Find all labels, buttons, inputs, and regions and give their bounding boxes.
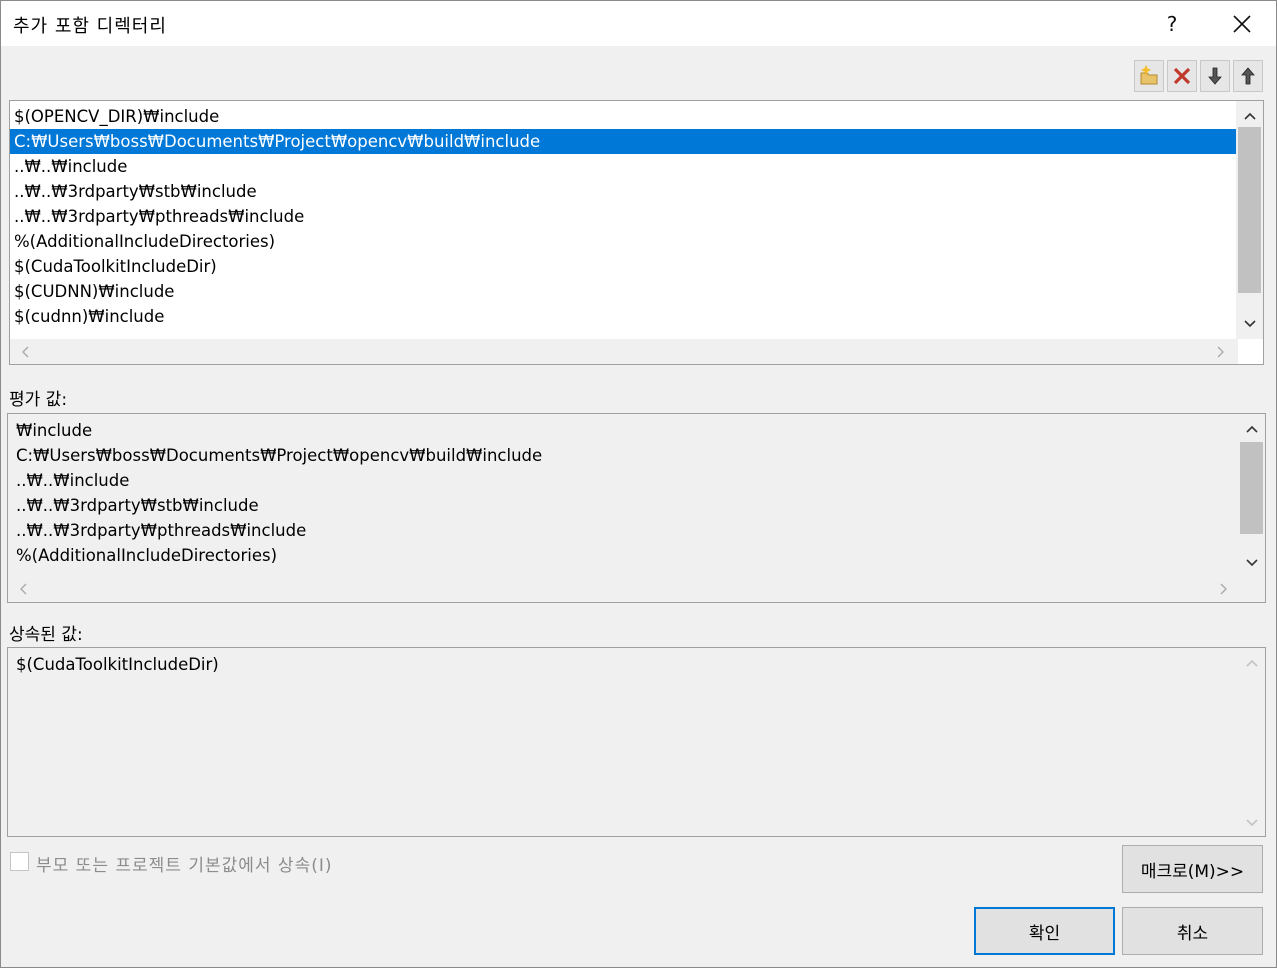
scroll-down-arrow-icon xyxy=(1238,812,1265,834)
list-item[interactable]: ..₩..₩3rdparty₩pthreads₩include xyxy=(10,204,1263,229)
directories-list[interactable]: $(OPENCV_DIR)₩include C:₩Users₩boss₩Docum… xyxy=(9,100,1264,365)
close-button[interactable] xyxy=(1219,1,1265,46)
scroll-right-arrow-icon[interactable] xyxy=(1211,576,1237,602)
list-item: %(AdditionalIncludeDirectories) xyxy=(16,546,278,565)
scroll-down-arrow-icon[interactable] xyxy=(1238,552,1265,574)
scroll-thumb[interactable] xyxy=(1238,127,1261,293)
list-item: C:₩Users₩boss₩Documents₩Project₩opencv₩b… xyxy=(16,446,543,465)
arrow-down-icon xyxy=(1208,67,1222,85)
scroll-down-arrow-icon[interactable] xyxy=(1236,313,1263,335)
arrow-up-icon xyxy=(1241,67,1255,85)
list-item[interactable]: $(cudnn)₩include xyxy=(10,304,1263,329)
list-item: ..₩..₩include xyxy=(16,471,130,490)
list-item[interactable]: $(CUDNN)₩include xyxy=(10,279,1263,304)
move-up-button[interactable] xyxy=(1233,60,1263,92)
inherit-checkbox-label: 부모 또는 프로젝트 기본값에서 상속(I) xyxy=(36,856,333,876)
scroll-right-arrow-icon[interactable] xyxy=(1208,339,1234,364)
dialog-window: 추가 포함 디렉터리 ? $(OPENCV_DIR)₩include C:₩Us… xyxy=(0,0,1277,968)
inherited-label: 상속된 값: xyxy=(9,625,83,645)
evaluated-label: 평가 값: xyxy=(9,390,68,410)
scroll-up-arrow-icon[interactable] xyxy=(1236,105,1263,127)
directories-lines: $(OPENCV_DIR)₩include C:₩Users₩boss₩Docum… xyxy=(10,104,1263,329)
list-item: ..₩..₩3rdparty₩stb₩include xyxy=(16,496,259,515)
scroll-left-arrow-icon[interactable] xyxy=(12,339,38,364)
inherit-checkbox[interactable] xyxy=(10,852,29,871)
directories-vscroll[interactable] xyxy=(1236,101,1263,339)
dialog-title: 추가 포함 디렉터리 xyxy=(13,16,167,37)
scroll-up-arrow-icon xyxy=(1238,652,1265,674)
move-down-button[interactable] xyxy=(1200,60,1230,92)
scroll-left-arrow-icon[interactable] xyxy=(10,576,36,602)
inherited-vscroll xyxy=(1238,648,1265,836)
directories-hscroll[interactable] xyxy=(10,339,1238,364)
list-item: $(CudaToolkitIncludeDir) xyxy=(16,655,219,674)
list-item[interactable]: $(OPENCV_DIR)₩include xyxy=(10,104,1263,129)
list-item: ₩include xyxy=(16,421,93,440)
inherited-list: $(CudaToolkitIncludeDir) xyxy=(7,647,1266,837)
list-item: ..₩..₩3rdparty₩pthreads₩include xyxy=(16,521,307,540)
scroll-up-arrow-icon[interactable] xyxy=(1238,418,1265,440)
evaluated-lines: ₩include C:₩Users₩boss₩Documents₩Project₩… xyxy=(12,418,1265,576)
list-item[interactable]: $(CudaToolkitIncludeDir) xyxy=(10,254,1263,279)
help-button[interactable]: ? xyxy=(1149,1,1195,46)
cancel-button[interactable]: 취소 xyxy=(1122,907,1263,955)
list-item[interactable]: ..₩..₩include xyxy=(10,154,1263,179)
macros-button[interactable]: 매크로(M)>> xyxy=(1122,845,1263,893)
delete-x-icon xyxy=(1173,67,1191,85)
list-item[interactable]: ..₩..₩3rdparty₩stb₩include xyxy=(10,179,1263,204)
close-icon xyxy=(1233,14,1251,33)
evaluated-vscroll[interactable] xyxy=(1238,414,1265,576)
new-line-button[interactable] xyxy=(1134,60,1164,92)
new-folder-icon xyxy=(1140,65,1158,85)
list-item[interactable]: C:₩Users₩boss₩Documents₩Project₩opencv₩b… xyxy=(10,129,1263,154)
title-bar: 추가 포함 디렉터리 ? xyxy=(1,1,1276,46)
scroll-thumb[interactable] xyxy=(1240,442,1263,534)
delete-button[interactable] xyxy=(1167,60,1197,92)
list-item[interactable]: %(AdditionalIncludeDirectories) xyxy=(10,229,1263,254)
evaluated-list: ₩include C:₩Users₩boss₩Documents₩Project₩… xyxy=(7,413,1266,603)
ok-button[interactable]: 확인 xyxy=(974,907,1115,955)
evaluated-hscroll[interactable] xyxy=(8,576,1240,602)
inherited-lines: $(CudaToolkitIncludeDir) xyxy=(12,652,1265,677)
